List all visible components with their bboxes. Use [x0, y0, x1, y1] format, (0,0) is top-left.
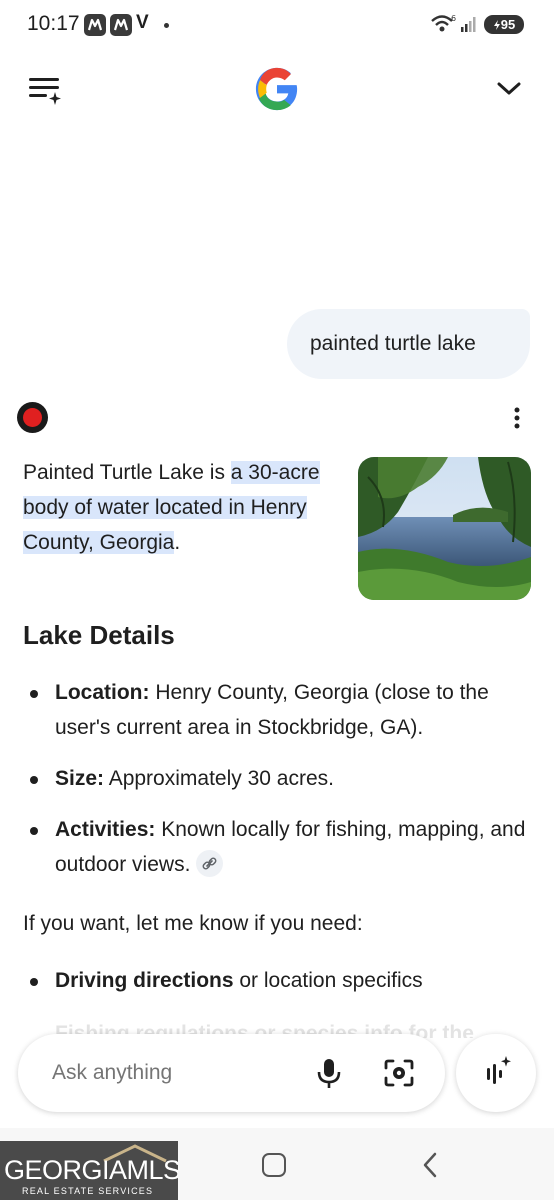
app-notification-icon	[110, 14, 132, 36]
home-button[interactable]	[262, 1153, 286, 1177]
more-notifications-dot	[164, 23, 169, 28]
list-item: Location: Henry County, Georgia (close t…	[0, 675, 554, 745]
account-switcher-button[interactable]	[492, 74, 526, 104]
lake-details-list: Location: Henry County, Georgia (close t…	[0, 675, 554, 898]
notification-letter: V	[136, 12, 149, 33]
back-button[interactable]	[418, 1150, 442, 1180]
watermark-subtitle: REAL ESTATE SERVICES	[22, 1186, 154, 1196]
live-mode-button[interactable]	[456, 1034, 536, 1112]
needs-list: Driving directions or location specifics	[0, 963, 554, 998]
chevron-down-icon	[497, 82, 521, 95]
status-time: 10:17	[27, 12, 80, 35]
ask-input[interactable]	[52, 1034, 292, 1112]
list-item: Activities: Known locally for fishing, m…	[0, 812, 554, 882]
response-avatar-icon	[17, 402, 48, 433]
app-notification-icon	[84, 14, 106, 36]
prompt-bar	[18, 1034, 445, 1112]
camera-lens-icon	[384, 1059, 414, 1087]
link-icon	[202, 857, 217, 870]
menu-button[interactable]	[26, 72, 64, 106]
live-sparkle-icon	[487, 1056, 511, 1084]
response-intro: Painted Turtle Lake is a 30-acre body of…	[23, 461, 320, 554]
google-g-icon	[255, 67, 298, 111]
lake-photo	[358, 457, 531, 600]
section-title: Lake Details	[23, 620, 175, 650]
user-query-bubble[interactable]: painted turtle lake	[287, 309, 530, 379]
battery-icon: 95	[484, 15, 524, 34]
mls-watermark: GEORGIAMLS REAL ESTATE SERVICES	[0, 1141, 178, 1200]
user-query-text: painted turtle lake	[310, 332, 476, 355]
menu-sparkle-icon	[29, 78, 61, 105]
camera-button[interactable]	[382, 1056, 416, 1090]
more-options-button[interactable]	[506, 404, 528, 434]
more-vert-icon	[514, 407, 520, 429]
watermark-brand: GEORGIAMLS	[4, 1155, 178, 1185]
list-item: Driving directions or location specifics	[0, 963, 554, 998]
voice-input-button[interactable]	[314, 1056, 344, 1090]
battery-level: 95	[500, 17, 516, 32]
svg-text:6: 6	[451, 14, 456, 23]
mic-icon	[317, 1059, 341, 1088]
status-bar: 10:17 V 6 95	[0, 0, 554, 50]
lake-image[interactable]	[358, 457, 531, 600]
followup-text: If you want, let me know if you need:	[23, 912, 363, 935]
list-item: Size: Approximately 30 acres.	[0, 761, 554, 796]
wifi-icon: 6	[431, 14, 456, 32]
signal-icon	[461, 17, 476, 32]
source-link-chip[interactable]	[196, 849, 224, 877]
back-chevron-icon	[423, 1152, 437, 1178]
